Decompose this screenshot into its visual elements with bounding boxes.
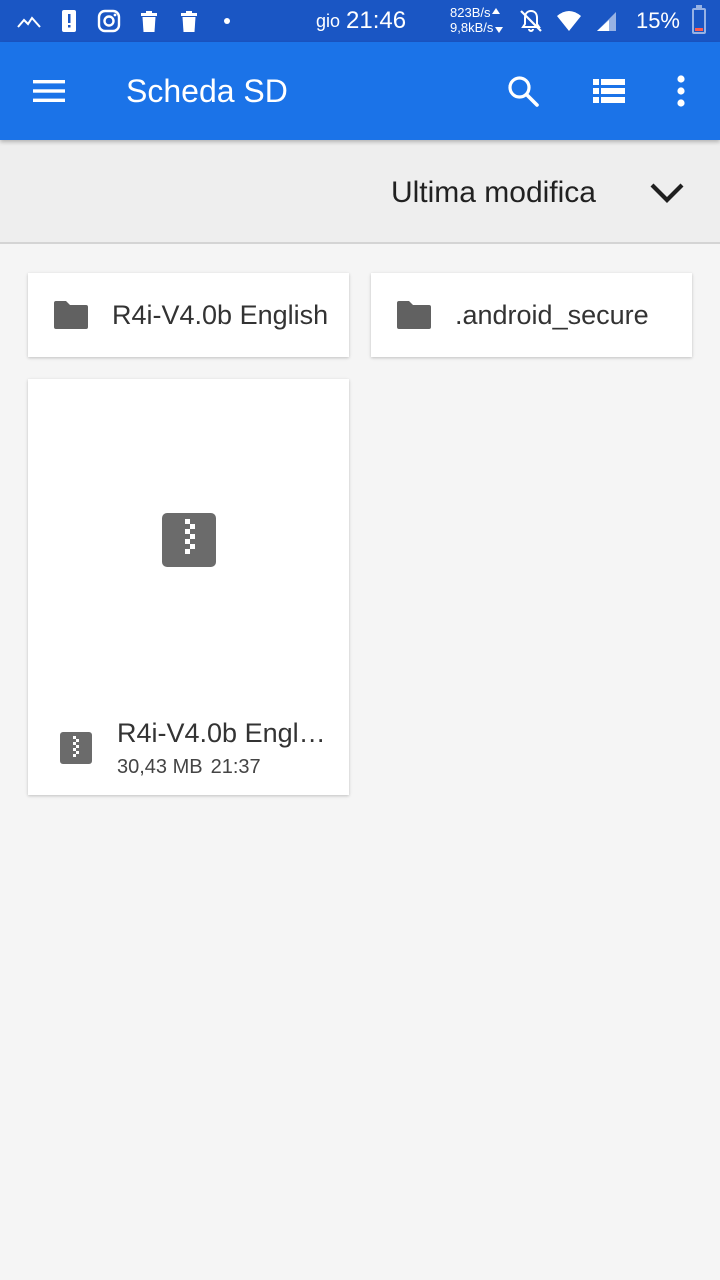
trash-icon xyxy=(181,11,197,32)
notifications-off-icon xyxy=(520,9,542,32)
folder-name: R4i-V4.0b English xyxy=(112,299,329,330)
page-title: Scheda SD xyxy=(126,73,288,109)
net-up-speed: 823B/s xyxy=(450,5,491,20)
more-options-button[interactable] xyxy=(657,67,705,115)
net-down-speed: 9,8kB/s xyxy=(450,20,494,35)
battery-icon xyxy=(692,5,706,34)
view-list-icon xyxy=(593,79,625,103)
menu-button[interactable] xyxy=(24,67,74,115)
app-bar: Scheda SD xyxy=(0,42,720,140)
folder-icon xyxy=(397,301,431,329)
status-clock: gio 21:46 xyxy=(316,0,406,42)
arrow-down-icon xyxy=(495,26,504,33)
status-right-icons: 15% xyxy=(518,0,706,42)
file-item[interactable]: R4i-V4.0b English 30,43 MB 21:37 xyxy=(28,379,349,795)
arrow-up-icon xyxy=(492,7,501,14)
dot-icon xyxy=(224,18,230,24)
folder-icon xyxy=(54,301,88,329)
zip-icon xyxy=(60,732,92,764)
menu-icon xyxy=(33,80,65,102)
trash-icon xyxy=(141,11,157,32)
file-size: 30,43 MB xyxy=(117,756,203,778)
status-time: 21:46 xyxy=(346,7,407,34)
alert-icon xyxy=(62,10,76,32)
mountain-icon xyxy=(17,16,41,28)
signal-icon xyxy=(596,12,616,31)
sort-dropdown-button[interactable] xyxy=(642,168,692,218)
zip-icon xyxy=(162,513,216,567)
battery-percent: 15% xyxy=(635,8,680,33)
sort-label[interactable]: Ultima modifica xyxy=(391,140,596,244)
folder-item[interactable]: R4i-V4.0b English xyxy=(28,273,349,357)
folder-item[interactable]: .android_secure xyxy=(371,273,692,357)
wifi-icon xyxy=(556,11,581,31)
status-day: gio xyxy=(316,10,341,31)
file-time: 21:37 xyxy=(210,756,261,778)
folder-name: .android_secure xyxy=(455,299,649,330)
chevron-down-icon xyxy=(650,183,684,203)
more-vert-icon xyxy=(677,75,685,107)
battery-level xyxy=(695,28,703,31)
view-mode-button[interactable] xyxy=(585,67,633,115)
instagram-icon xyxy=(97,9,121,33)
file-name: R4i-V4.0b English xyxy=(117,718,331,748)
file-meta: 30,43 MB 21:37 xyxy=(117,756,261,779)
status-bar: gio 21:46 823B/s 9,8kB/s 15% xyxy=(0,0,720,42)
search-icon xyxy=(508,76,539,107)
status-left-icons xyxy=(16,0,230,42)
sort-bar[interactable]: Ultima modifica xyxy=(0,140,720,244)
network-speed: 823B/s 9,8kB/s xyxy=(450,5,514,35)
search-button[interactable] xyxy=(499,67,547,115)
